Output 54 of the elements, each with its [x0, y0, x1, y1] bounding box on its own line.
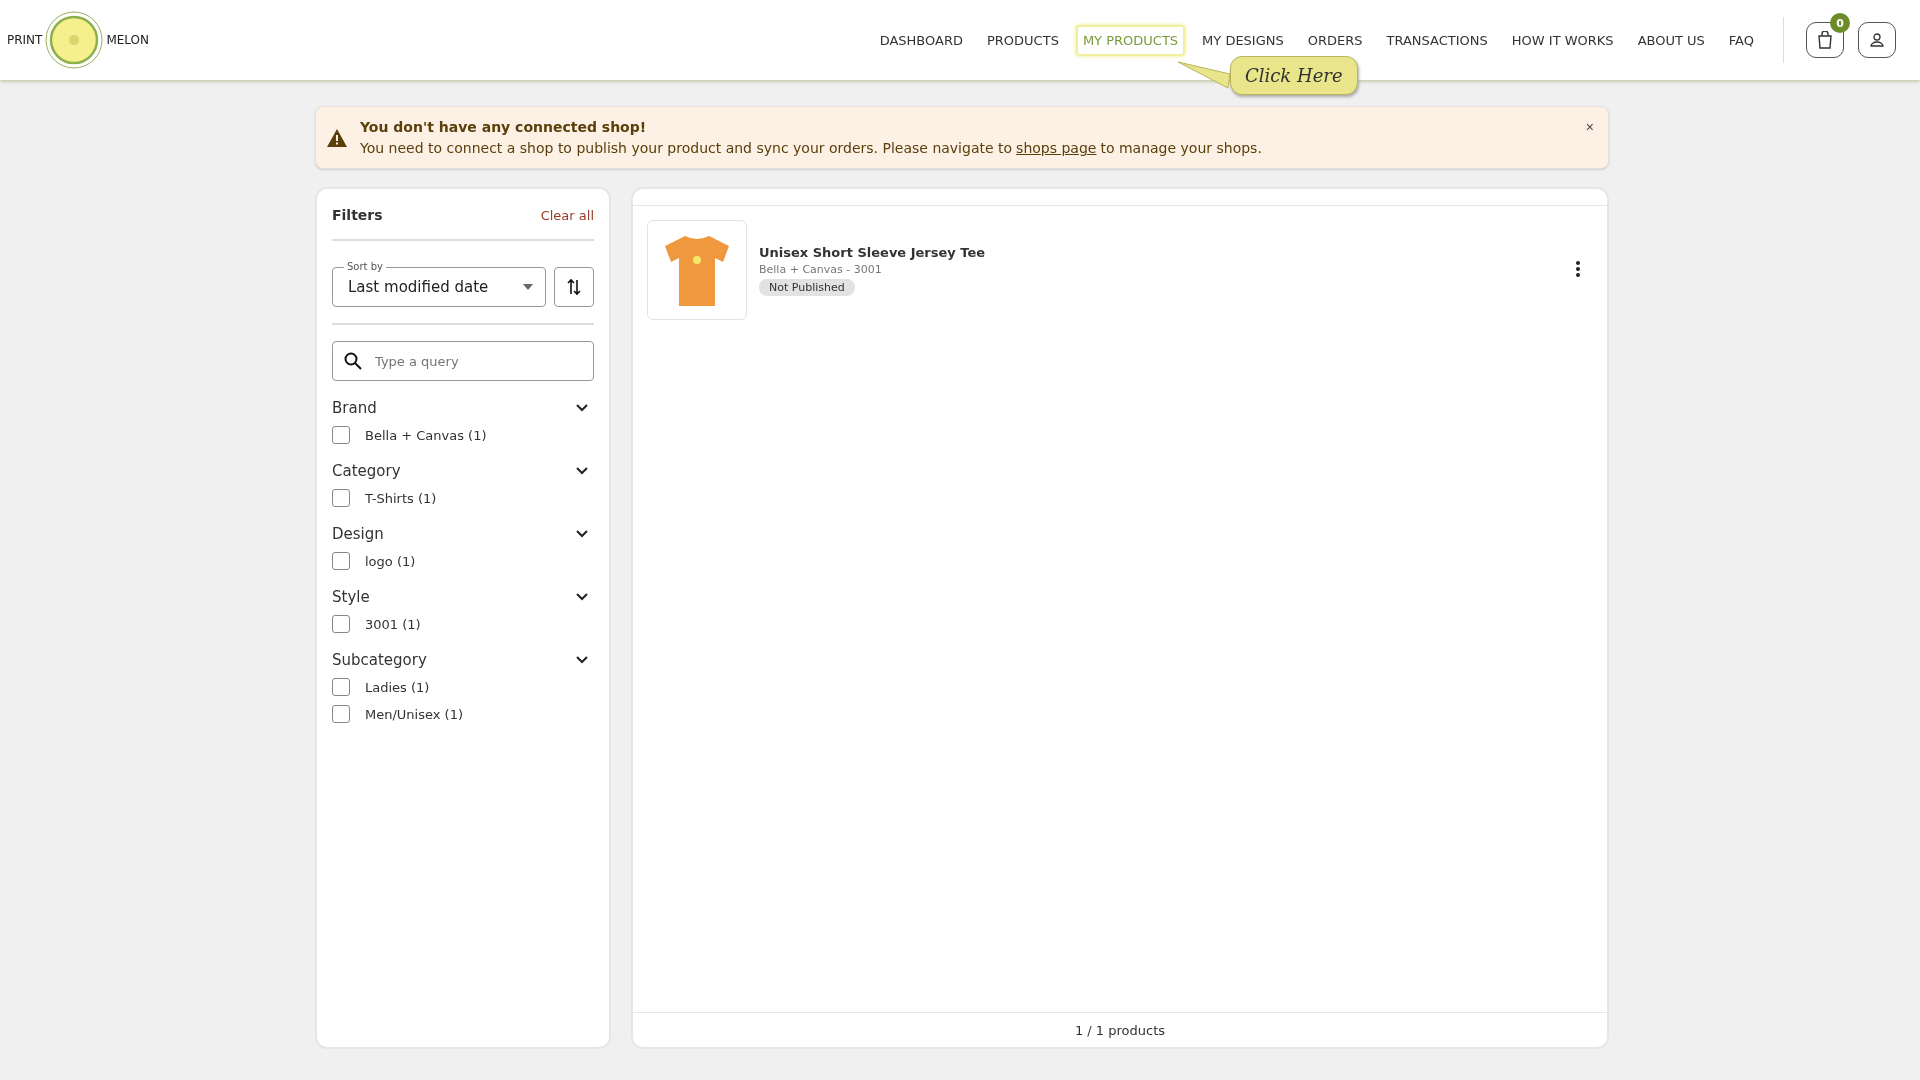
nav-link[interactable]: ABOUT US — [1630, 24, 1712, 56]
filter-option-label: Bella + Canvas (1) — [365, 427, 487, 443]
close-button[interactable]: × — [1585, 119, 1594, 135]
filter-group-header[interactable]: Subcategory — [332, 651, 594, 669]
nav-link[interactable]: HOW IT WORKS — [1504, 24, 1621, 56]
filter-group-header[interactable]: Design — [332, 525, 594, 543]
filter-group-header[interactable]: Brand — [332, 399, 594, 417]
sort-by-label: Sort by — [344, 260, 386, 273]
nav-link[interactable]: ORDERS — [1300, 24, 1370, 56]
logo-text[interactable]: PRINT — [7, 33, 43, 47]
nav-link[interactable]: DASHBOARD — [872, 24, 970, 56]
nav-link[interactable]: PRODUCTS — [980, 24, 1066, 56]
nav-link[interactable]: MY DESIGNS — [1195, 24, 1291, 56]
product-name[interactable]: Unisex Short Sleeve Jersey Tee — [759, 244, 1555, 260]
user-icon — [1869, 32, 1885, 48]
warning-icon — [326, 127, 348, 148]
sort-by-dropdown[interactable]: Sort by Last modified date — [332, 259, 546, 307]
checkbox[interactable] — [332, 678, 350, 696]
checkbox[interactable] — [332, 705, 350, 723]
checkbox[interactable] — [332, 615, 350, 633]
filter-option-label: logo (1) — [365, 553, 416, 569]
checkbox[interactable] — [332, 489, 350, 507]
alert-message: to manage your shops. — [1100, 140, 1262, 156]
filter-option-label: T-Shirts (1) — [365, 490, 437, 506]
status-badge: Not Published — [759, 278, 855, 296]
filter-option-label: Ladies (1) — [365, 679, 430, 695]
clear-all-link[interactable]: Clear all — [540, 207, 594, 223]
product-thumbnail[interactable] — [647, 220, 747, 320]
search-icon — [344, 352, 362, 370]
sort-direction-button[interactable] — [554, 267, 594, 307]
filter-option-label: Men/Unisex (1) — [365, 706, 463, 722]
product-subtitle: Bella + Canvas - 3001 — [759, 262, 883, 276]
search-field[interactable]: Type a query — [332, 341, 594, 381]
melon-logo-icon[interactable] — [44, 10, 105, 70]
alert-title: You don't have any connected shop! — [360, 119, 648, 135]
logo-text[interactable]: MELON — [106, 33, 150, 47]
filter-option-label: 3001 (1) — [365, 616, 421, 632]
alert-message: You need to connect a shop to publish your product and sync your orders. Please navigate to — [360, 140, 1013, 156]
account-button[interactable] — [1858, 22, 1896, 58]
shopping-bag-icon — [1817, 31, 1833, 49]
checkbox[interactable] — [332, 552, 350, 570]
filter-group-header[interactable]: Style — [332, 588, 594, 606]
filter-group-header[interactable]: Category — [332, 462, 594, 480]
caret-icon — [523, 284, 533, 290]
filters-title: Filters — [332, 207, 383, 223]
product-count: 1 / 1 products — [1074, 1022, 1166, 1038]
sort-value: Last modified date — [348, 278, 489, 296]
checkbox[interactable] — [332, 426, 350, 444]
nav-link[interactable]: FAQ — [1721, 24, 1761, 56]
kebab-menu-icon — [1575, 259, 1581, 278]
cart-count-badge: 0 — [1830, 13, 1850, 33]
nav-link[interactable]: TRANSACTIONS — [1379, 24, 1495, 56]
shops-page-link[interactable]: shops page — [1016, 140, 1097, 156]
sort-arrows-icon — [566, 278, 582, 296]
